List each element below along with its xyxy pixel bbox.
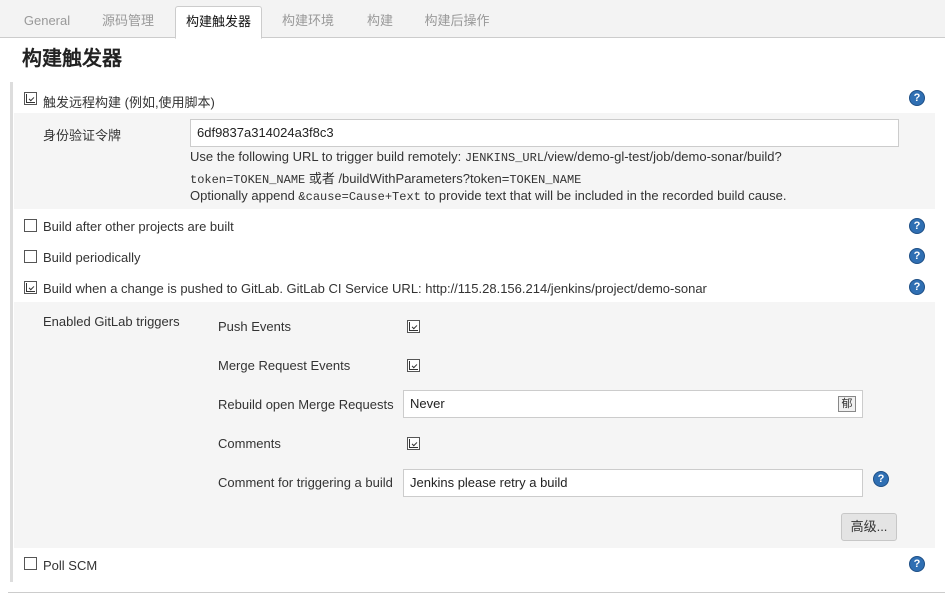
tab-source-control[interactable]: 源码管理 [90,6,166,38]
enabled-gitlab-triggers-label: Enabled GitLab triggers [43,314,180,329]
help-icon[interactable]: ? [909,556,925,572]
dropdown-arrow-icon[interactable]: 郁 [838,396,856,412]
help-icon[interactable]: ? [909,90,925,106]
rebuild-mr-select[interactable]: Never 郁 [403,390,863,418]
url-code-1: JENKINS_URL [464,151,545,165]
gitlab-trigger-label: Build when a change is pushed to GitLab.… [43,281,707,296]
tab-build-environment[interactable]: 构建环境 [270,6,346,38]
token-label: 身份验证令牌 [43,128,122,143]
url-code-4: &cause=Cause+Text [298,190,421,204]
comments-label: Comments [218,436,281,451]
url-text-3: 或者 /buildWithParameters?token= [305,171,510,186]
poll-scm-checkbox[interactable] [24,557,37,570]
merge-request-events-checkbox[interactable] [407,359,420,372]
url-text-4: Optionally append [190,188,299,203]
tab-general[interactable]: General [12,6,82,38]
comments-checkbox[interactable] [407,437,420,450]
trigger-url-line-3: Optionally append &cause=Cause+Text to p… [190,188,787,204]
merge-request-events-label: Merge Request Events [218,358,351,373]
trigger-url-line-1: Use the following URL to trigger build r… [190,149,782,165]
section-title: 构建触发器 [22,48,122,70]
url-code-2: token=TOKEN_NAME [190,173,306,187]
url-code-3: TOKEN_NAME [509,173,582,187]
push-events-label: Push Events [218,319,291,334]
bottom-divider [8,592,945,593]
gitlab-options-panel [14,302,935,548]
tab-build-triggers[interactable]: 构建触发器 [175,6,262,39]
rebuild-mr-label: Rebuild open Merge Requests [218,397,394,412]
help-icon[interactable]: ? [909,279,925,295]
rebuild-mr-value: Never [410,396,445,411]
remote-trigger-checkbox[interactable] [24,92,37,105]
token-input[interactable]: 6df9837a314024a3f8c3 [190,119,899,147]
url-text-1: Use the following URL to trigger build r… [190,149,465,164]
trigger-url-line-2: token=TOKEN_NAME 或者 /buildWithParameters… [190,168,581,187]
build-after-other-label: Build after other projects are built [43,219,234,234]
help-icon[interactable]: ? [873,471,889,487]
gitlab-trigger-checkbox[interactable] [24,281,37,294]
comment-trigger-input[interactable]: Jenkins please retry a build [403,469,863,497]
push-events-checkbox[interactable] [407,320,420,333]
tab-bar: General 源码管理 构建触发器 构建环境 构建 构建后操作 [0,0,945,39]
comment-trigger-label: Comment for triggering a build [218,475,393,490]
help-icon[interactable]: ? [909,248,925,264]
tab-build[interactable]: 构建 [355,6,405,38]
build-after-other-checkbox[interactable] [24,219,37,232]
poll-scm-label: Poll SCM [43,558,98,573]
help-icon[interactable]: ? [909,218,925,234]
url-text-2: /view/demo-gl-test/job/demo-sonar/build? [544,149,782,164]
build-periodically-checkbox[interactable] [24,250,37,263]
advanced-button[interactable]: 高级... [841,513,897,541]
section-divider [10,82,13,582]
remote-trigger-label: 触发远程构建 (例如,使用脚本) [43,95,215,110]
url-text-5: to provide text that will be included in… [420,188,787,203]
build-periodically-label: Build periodically [43,250,141,265]
tab-post-build[interactable]: 构建后操作 [414,6,500,38]
